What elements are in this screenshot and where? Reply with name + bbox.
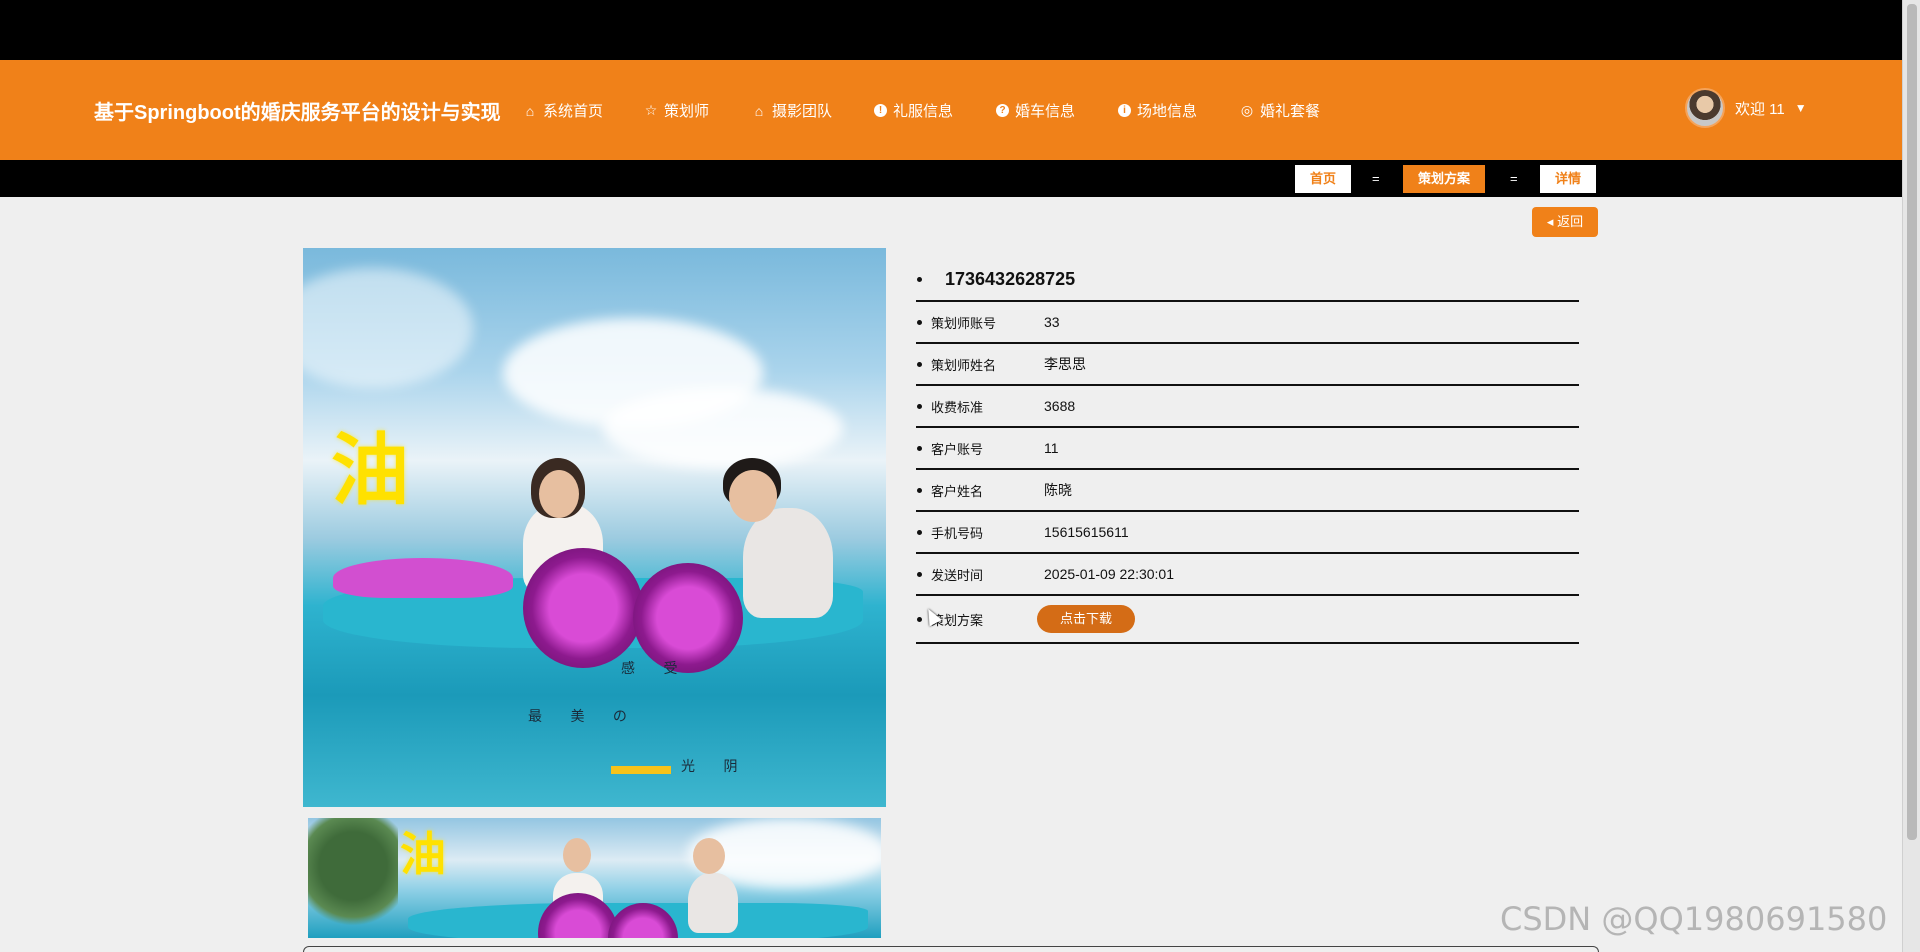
nav-package[interactable]: ◎ 婚礼套餐 — [1240, 100, 1320, 121]
poster-glyph: 油 — [331, 425, 410, 516]
back-button-label: 返回 — [1557, 214, 1584, 229]
bullet-icon — [917, 319, 922, 325]
field-label: 客户姓名 — [931, 483, 984, 499]
nav-planner[interactable]: ☆ 策划师 — [644, 100, 709, 121]
bullet-icon — [917, 361, 922, 367]
content-bottom-border — [303, 946, 1599, 952]
back-button[interactable]: ◂ 返回 — [1532, 207, 1598, 237]
site-title[interactable]: 基于Springboot的婚庆服务平台的设计与实现 — [94, 96, 501, 125]
poster-text: 感 受 — [621, 661, 690, 677]
scrollbar[interactable] — [1902, 0, 1920, 952]
nav-home[interactable]: ⌂ 系统首页 — [523, 100, 603, 121]
bullet-icon — [917, 571, 922, 577]
breadcrumb-home[interactable]: 首页 — [1295, 165, 1352, 193]
bullet-icon — [917, 403, 922, 409]
field-label: 发送时间 — [931, 567, 984, 583]
nav-venue[interactable]: i 场地信息 — [1118, 100, 1197, 121]
detail-row: 客户姓名 陈晓 — [916, 470, 1579, 512]
field-value: 3688 — [1044, 398, 1076, 414]
field-value: 15615615611 — [1044, 524, 1129, 540]
field-label: 手机号码 — [931, 525, 984, 541]
field-label: 收费标准 — [931, 399, 984, 415]
bride-head-shape — [539, 470, 579, 518]
nav-planner-label: 策划师 — [664, 103, 710, 120]
detail-row: 策划师账号 33 — [916, 302, 1579, 344]
detail-list: 1736432628725 策划师账号 33 策划师姓名 李思思 收费标准 36… — [916, 258, 1579, 644]
caret-left-icon: ◂ — [1546, 214, 1554, 229]
navbar: 基于Springboot的婚庆服务平台的设计与实现 ⌂ 系统首页 ☆ 策划师 ⌂… — [0, 60, 1902, 160]
groom-shape — [743, 508, 833, 618]
poster-accent-bar — [611, 766, 671, 774]
globe-icon: ◎ — [1240, 102, 1254, 118]
paddle-wheel-shape — [523, 548, 643, 668]
field-label: 策划师姓名 — [931, 357, 997, 373]
breadcrumb-plan[interactable]: 策划方案 — [1403, 165, 1486, 193]
field-label: 策划师账号 — [931, 315, 997, 331]
nav-package-label: 婚礼套餐 — [1260, 103, 1321, 120]
nav-dress[interactable]: ! 礼服信息 — [874, 100, 953, 121]
thumbnail-photo[interactable]: 油 — [308, 818, 881, 938]
poster-text: 最 美 の — [528, 709, 639, 725]
top-black-bar — [0, 0, 1902, 60]
nav-car[interactable]: ? 婚车信息 — [996, 100, 1075, 121]
field-value: 陈晓 — [1044, 482, 1072, 498]
detail-row: 发送时间 2025-01-09 22:30:01 — [916, 554, 1579, 596]
scrollbar-thumb[interactable] — [1907, 4, 1917, 840]
breadcrumb-detail[interactable]: 详情 — [1540, 165, 1597, 193]
nav-home-label: 系统首页 — [543, 103, 604, 120]
groom-head-shape — [729, 470, 777, 522]
field-label: 客户账号 — [931, 441, 984, 457]
bullet-icon — [917, 276, 922, 282]
user-menu[interactable]: 欢迎 11 ▼ — [1685, 88, 1807, 128]
info-circle-icon: ! — [874, 104, 887, 117]
cloud-shape — [303, 268, 473, 388]
detail-row: 策划师姓名 李思思 — [916, 344, 1579, 386]
watermark: CSDN @QQ1980691580 — [1500, 900, 1888, 938]
bullet-icon — [917, 487, 922, 493]
bullet-icon — [917, 445, 922, 451]
avatar[interactable] — [1685, 88, 1725, 128]
field-value: 2025-01-09 22:30:01 — [1044, 566, 1174, 582]
field-label: 策划方案 — [931, 612, 984, 628]
groom-head-shape — [693, 838, 725, 874]
detail-id: 1736432628725 — [945, 268, 1076, 289]
nav-photo-team-label: 摄影团队 — [772, 103, 833, 120]
detail-row-plan: 策划方案 点击下载 — [916, 596, 1579, 644]
nav-photo-team[interactable]: ⌂ 摄影团队 — [752, 100, 832, 121]
groom-shape — [688, 873, 738, 933]
bag-icon: ⌂ — [754, 102, 764, 119]
detail-row: 客户账号 11 — [916, 428, 1579, 470]
paddle-wheel-shape — [538, 893, 618, 938]
bullet-icon — [917, 529, 922, 535]
field-value: 33 — [1044, 314, 1060, 330]
field-value: 李思思 — [1044, 356, 1086, 372]
breadcrumb-separator: = — [1510, 171, 1518, 186]
tree-shape — [308, 818, 398, 938]
field-value: 11 — [1044, 440, 1059, 456]
detail-row: 手机号码 15615615611 — [916, 512, 1579, 554]
star-icon: ☆ — [644, 102, 658, 118]
nav-venue-label: 场地信息 — [1137, 103, 1198, 120]
info-circle-icon: i — [1118, 104, 1131, 117]
boat-hull-shape — [333, 558, 513, 598]
caret-down-icon[interactable]: ▼ — [1795, 101, 1807, 115]
paddle-wheel-shape — [633, 563, 743, 673]
nav-dress-label: 礼服信息 — [893, 103, 954, 120]
nav-car-label: 婚车信息 — [1015, 103, 1076, 120]
bride-head-shape — [563, 838, 591, 872]
cloud-shape — [603, 388, 843, 468]
download-button[interactable]: 点击下载 — [1037, 605, 1135, 633]
detail-row: 收费标准 3688 — [916, 386, 1579, 428]
welcome-text: 欢迎 11 — [1735, 100, 1785, 118]
breadcrumb: 首页 = 策划方案 = 详情 — [0, 160, 1902, 197]
poster-text: 光 阴 — [681, 759, 750, 775]
question-circle-icon: ? — [996, 104, 1009, 117]
bullet-icon — [917, 616, 922, 622]
breadcrumb-separator: = — [1372, 171, 1380, 186]
home-icon: ⌂ — [525, 102, 535, 119]
main-photo[interactable]: 油 感 受 最 美 の 光 阴 — [303, 248, 886, 807]
detail-title-row: 1736432628725 — [916, 258, 1579, 302]
poster-glyph: 油 — [400, 827, 446, 881]
